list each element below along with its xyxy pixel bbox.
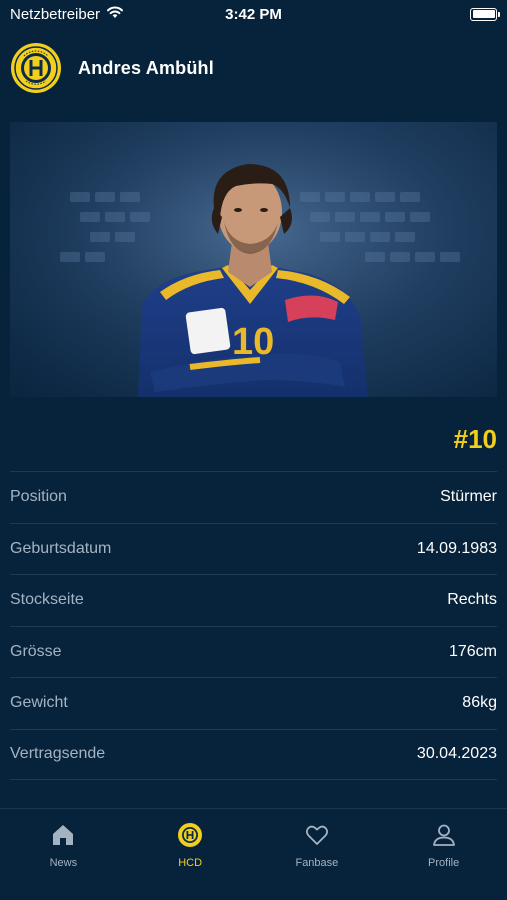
tab-news[interactable]: News: [0, 809, 127, 900]
tab-bar: News HCD Fanbase Profile: [0, 808, 507, 900]
detail-value: 30.04.2023: [416, 745, 497, 763]
detail-row-height: Grösse 176cm: [10, 625, 497, 678]
battery-icon: [470, 7, 500, 21]
hcd-club-logo[interactable]: [10, 42, 62, 94]
detail-value: Stürmer: [440, 488, 497, 506]
detail-label: Vertragsende: [10, 745, 106, 763]
detail-label: Stockseite: [10, 591, 84, 609]
detail-label: Grösse: [10, 642, 62, 660]
person-icon: [430, 821, 458, 849]
detail-row-birthdate: Geburtsdatum 14.09.1983: [10, 522, 497, 575]
tab-label: HCD: [178, 857, 203, 869]
jersey-number: #10: [453, 424, 497, 454]
detail-value: 176cm: [448, 642, 497, 660]
detail-label: Geburtsdatum: [10, 539, 112, 557]
tab-label: Fanbase: [295, 857, 339, 869]
wifi-icon: [106, 5, 124, 23]
detail-row-contract-end: Vertragsende 30.04.2023: [10, 728, 497, 780]
tab-profile[interactable]: Profile: [380, 809, 507, 900]
heart-icon: [303, 821, 331, 849]
detail-value: 14.09.1983: [416, 539, 497, 557]
detail-row-weight: Gewicht 86kg: [10, 677, 497, 729]
detail-row-stick-side: Stockseite Rechts: [10, 574, 497, 626]
player-portrait-photo: 10: [10, 122, 497, 397]
hcd-logo-icon: [176, 821, 204, 849]
detail-label: Position: [10, 488, 67, 506]
tab-label: News: [49, 857, 78, 869]
detail-label: Gewicht: [10, 694, 68, 712]
detail-value: 86kg: [462, 694, 497, 712]
carrier-label: Netzbetreiber: [10, 5, 101, 23]
tab-label: Profile: [428, 857, 460, 869]
player-details-table: Position Stürmer Geburtsdatum 14.09.1983…: [10, 471, 497, 780]
home-icon: [49, 821, 77, 849]
player-name: Andres Ambühl: [78, 57, 214, 78]
status-bar: Netzbetreiber 3:42 PM: [0, 0, 507, 28]
status-left: Netzbetreiber: [10, 5, 124, 23]
tab-fanbase[interactable]: Fanbase: [254, 809, 381, 900]
detail-value: Rechts: [447, 591, 497, 609]
page-header: Andres Ambühl: [10, 40, 214, 96]
detail-row-position: Position Stürmer: [10, 471, 497, 523]
tab-hcd[interactable]: HCD: [127, 809, 254, 900]
